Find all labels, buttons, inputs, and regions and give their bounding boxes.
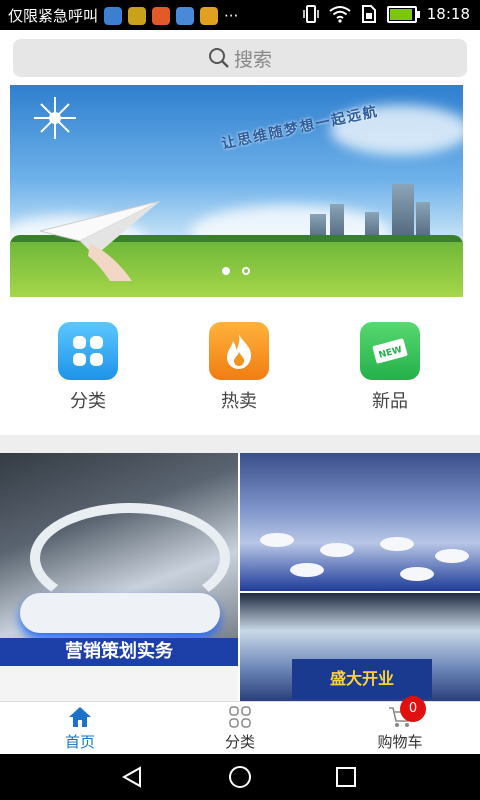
grid-icon [58, 322, 118, 380]
promo-tile-opening[interactable]: 盛大开业 [240, 593, 480, 701]
search-icon [208, 48, 229, 68]
more-notifications-icon: ··· [224, 6, 239, 25]
battery-icon [386, 5, 420, 23]
home-icon [69, 707, 91, 727]
tab-home[interactable]: 首页 [20, 706, 140, 752]
app-notification-icon [128, 6, 147, 25]
cart-badge: 0 [400, 696, 426, 722]
opening-sign: 盛大开业 [292, 659, 432, 699]
banquet-table [320, 543, 354, 557]
clock-text: 18:18 [426, 5, 470, 23]
shortcut-new[interactable]: NEW 新品 [340, 322, 440, 413]
sun-icon [34, 97, 76, 139]
carousel-dot[interactable] [222, 267, 230, 275]
banquet-table [380, 537, 414, 551]
app-notification-icon [104, 6, 123, 25]
tab-label: 首页 [64, 733, 95, 751]
calendar-notification-icon [152, 6, 171, 25]
exhibition-desk [20, 593, 220, 633]
new-tag-icon: NEW [360, 322, 420, 380]
status-bar: 仅限紧急呼叫 ··· 18:18 [0, 0, 480, 30]
paper-plane-icon [40, 201, 160, 281]
shortcut-hot[interactable]: 热卖 [189, 322, 289, 413]
banquet-table [260, 533, 294, 547]
shortcut-label: 新品 [372, 391, 408, 412]
carrier-text: 仅限紧急呼叫 [8, 7, 99, 25]
promo-caption: 营销策划实务 [0, 638, 238, 666]
banquet-table [435, 549, 469, 563]
shortcut-label: 分类 [70, 391, 106, 412]
vibrate-icon [303, 5, 319, 23]
promo-grid: 营销策划实务 盛大开业 [0, 453, 480, 701]
sim-icon [361, 5, 376, 23]
banquet-table [290, 563, 324, 577]
promo-tile-exhibition[interactable]: 营销策划实务 [0, 453, 238, 701]
search-input[interactable]: 搜索 [13, 39, 467, 77]
carousel-dot[interactable] [242, 267, 250, 275]
promo-tile-banquet[interactable] [240, 453, 480, 591]
carousel-indicator [222, 267, 250, 275]
tab-category[interactable]: 分类 [180, 706, 300, 752]
wifi-icon [329, 6, 351, 23]
home-nav-icon[interactable] [228, 765, 252, 789]
promo-caption-footer [0, 666, 238, 701]
mail-notification-icon [176, 6, 195, 25]
flame-icon [209, 322, 269, 380]
tab-label: 分类 [224, 733, 255, 751]
category-icon [229, 706, 251, 728]
search-bar-container: 搜索 [0, 30, 480, 82]
recents-icon[interactable] [334, 765, 358, 789]
shortcut-label: 热卖 [221, 391, 257, 412]
tab-label: 购物车 [377, 733, 423, 751]
shortcut-category[interactable]: 分类 [38, 322, 138, 413]
category-shortcuts: 分类 热卖 NEW 新品 [0, 300, 480, 430]
app-notification-icon [200, 6, 219, 25]
banner-carousel[interactable]: 让思维随梦想一起远航 [10, 85, 463, 297]
system-navigation-bar [0, 754, 480, 800]
banner-building [392, 184, 414, 242]
search-placeholder: 搜索 [233, 48, 272, 71]
section-divider [0, 435, 480, 453]
banquet-table [400, 567, 434, 581]
bottom-tab-bar: 首页 分类 购物车 0 [0, 696, 480, 755]
back-icon[interactable] [120, 765, 144, 789]
